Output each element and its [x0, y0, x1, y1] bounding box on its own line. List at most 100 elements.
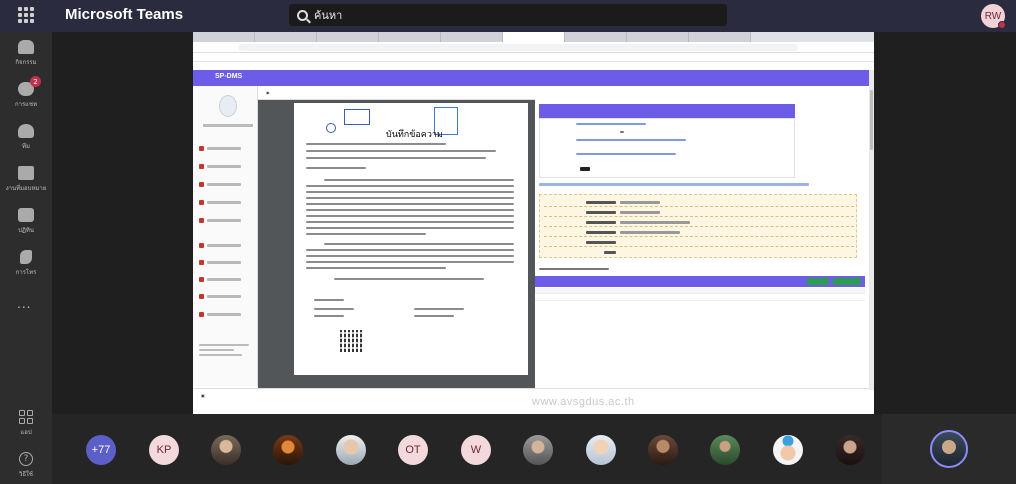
- browser-download-bar: ▣: [193, 388, 869, 402]
- rail-item-calendar[interactable]: ปฏิทิน: [0, 208, 52, 235]
- participant-avatar[interactable]: [336, 435, 366, 465]
- sidebar-row: [199, 146, 254, 152]
- document-title: บันทึกข้อความ: [386, 130, 443, 140]
- rail-item-calls[interactable]: การโทร: [0, 250, 52, 277]
- help-icon: ?: [19, 452, 33, 466]
- rail-item-assignments[interactable]: งานที่มอบหมาย: [0, 166, 52, 193]
- sidebar-row: [199, 260, 254, 266]
- participant-avatar[interactable]: [710, 435, 740, 465]
- rail-item-help[interactable]: ? วิธีใช้: [0, 452, 52, 479]
- rail-label: แอป: [20, 429, 32, 436]
- pdf-page: บันทึกข้อความ: [294, 103, 528, 375]
- sidebar-row: [199, 218, 254, 224]
- sidebar-footer: [199, 344, 249, 360]
- emblem-icon: [326, 123, 336, 133]
- sidebar-row: [199, 294, 254, 300]
- table-row: [535, 295, 865, 301]
- browser-tab: [627, 32, 689, 42]
- rail-item-chat[interactable]: 2 การแชท: [0, 76, 52, 109]
- top-bar: Microsoft Teams ค้นหา RW: [0, 0, 1016, 32]
- participant-tile[interactable]: OT: [398, 435, 428, 465]
- document-details-panel: [535, 86, 869, 388]
- rail-label: การแชท: [14, 101, 38, 108]
- add-button: [807, 278, 829, 285]
- profile-name: [203, 124, 253, 127]
- browser-tab: [255, 32, 317, 42]
- app-title: Microsoft Teams: [65, 6, 184, 23]
- rail-item-teams[interactable]: ทีม: [0, 124, 52, 151]
- watermark-text: www.avsgdus.ac.th: [532, 396, 635, 408]
- rail-label: กิจกรรม: [15, 59, 37, 66]
- details-panel-body: [539, 118, 795, 178]
- rail-label: ปฏิทิน: [18, 227, 34, 234]
- browser-tab: [193, 32, 255, 42]
- unread-badge: 2: [30, 76, 41, 87]
- browser-tab: [317, 32, 379, 42]
- self-video-tile[interactable]: [882, 414, 1016, 484]
- self-avatar: [930, 430, 968, 468]
- more-apps-icon[interactable]: ...: [17, 297, 31, 311]
- upload-button: [833, 278, 861, 285]
- participant-avatar[interactable]: [211, 435, 241, 465]
- teams-icon: [18, 124, 34, 138]
- browser-address-bar: [193, 42, 874, 53]
- search-icon: [297, 9, 308, 21]
- presence-busy-icon: [998, 21, 1006, 29]
- rail-label: งานที่มอบหมาย: [5, 185, 47, 192]
- site-logo: SP-DMS: [215, 73, 243, 80]
- user-initials: RW: [984, 10, 1002, 22]
- rail-item-apps[interactable]: แอป: [0, 410, 52, 437]
- bell-icon: [18, 40, 34, 54]
- browser-tab: [565, 32, 627, 42]
- site-header: SP-DMS: [193, 70, 869, 86]
- calls-icon: [20, 250, 32, 264]
- participant-avatar[interactable]: [523, 435, 553, 465]
- calendar-icon: [18, 208, 34, 222]
- rail-label: ทีม: [22, 143, 30, 150]
- table-header-row: [535, 288, 865, 294]
- page-scrollbar: [869, 70, 874, 390]
- rail-item-activity[interactable]: กิจกรรม: [0, 40, 52, 67]
- pdf-toolbar: ◉: [258, 86, 535, 100]
- search-placeholder: ค้นหา: [314, 9, 343, 22]
- participant-avatar[interactable]: [648, 435, 678, 465]
- sidebar-row: [199, 243, 254, 249]
- sidebar-row: [199, 312, 254, 318]
- rail-label: วิธีใช้: [18, 471, 34, 478]
- meeting-stage: SP-DMS ◉ บันทึกข้อความ ▣ www.avsgdus.ac.…: [52, 32, 1016, 414]
- sidebar-row: [199, 164, 254, 170]
- browser-tab: [689, 32, 751, 42]
- bookmarks-bar: [193, 53, 874, 62]
- address-field: [238, 44, 798, 51]
- browser-tab-active: [503, 32, 565, 42]
- site-sidebar: [193, 86, 258, 386]
- profile-avatar-icon: [219, 95, 237, 117]
- participant-tile[interactable]: W: [461, 435, 491, 465]
- participant-avatar[interactable]: [835, 435, 865, 465]
- sidebar-row: [199, 200, 254, 206]
- pdf-viewer: ◉ บันทึกข้อความ: [258, 86, 535, 388]
- rail-label: การโทร: [15, 269, 37, 276]
- shared-screen: SP-DMS ◉ บันทึกข้อความ ▣: [193, 32, 874, 414]
- info-box: [539, 194, 857, 258]
- browser-tab: [379, 32, 441, 42]
- user-avatar[interactable]: RW: [981, 4, 1006, 29]
- attachments-header: [535, 276, 865, 287]
- browser-tab: [441, 32, 503, 42]
- participant-tile[interactable]: KP: [149, 435, 179, 465]
- details-note: [539, 183, 809, 186]
- assignments-icon: [18, 166, 34, 180]
- app-launcher-icon[interactable]: [18, 7, 34, 23]
- participant-avatar[interactable]: [586, 435, 616, 465]
- details-panel-header: [539, 104, 795, 118]
- participant-avatar[interactable]: [273, 435, 303, 465]
- apps-icon: [19, 410, 33, 424]
- participant-avatar[interactable]: [773, 435, 803, 465]
- stamp-icon: [344, 109, 370, 125]
- browser-tab-strip: [193, 32, 874, 42]
- sidebar-row: [199, 182, 254, 188]
- sidebar-row: [199, 277, 254, 283]
- participant-strip: +77 KP OT W: [52, 414, 1016, 484]
- participants-overflow[interactable]: +77: [86, 435, 116, 465]
- search-input[interactable]: ค้นหา: [289, 4, 727, 26]
